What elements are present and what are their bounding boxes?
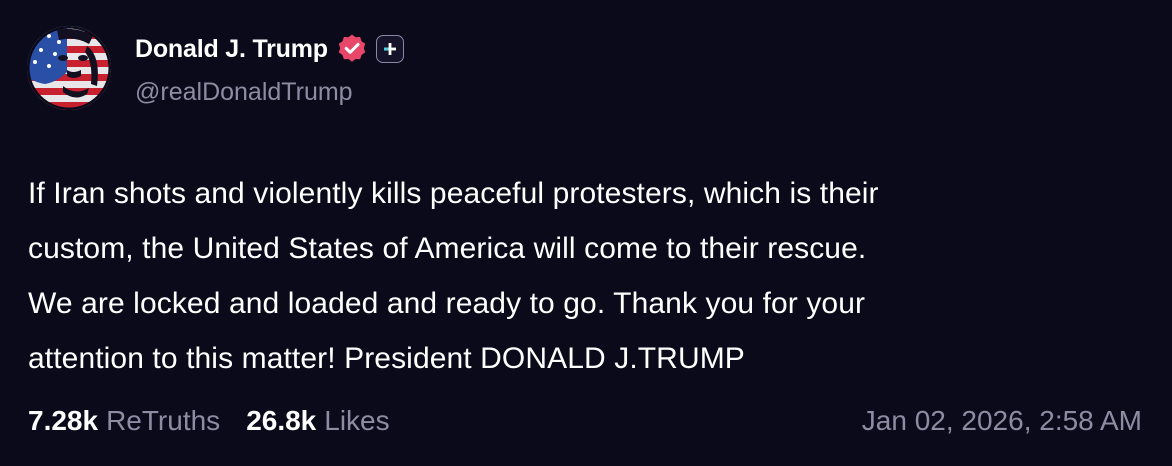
avatar[interactable]	[27, 26, 111, 110]
post-text-line: We are locked and loaded and ready to go…	[28, 287, 866, 320]
author-name-row: Donald J. Trump	[135, 30, 404, 68]
likes-label: Likes	[324, 405, 390, 436]
verified-badge-icon	[336, 33, 368, 65]
post-text-line: If Iran shots and violently kills peacef…	[28, 177, 879, 210]
post-timestamp[interactable]: Jan 02, 2026, 2:58 AM	[862, 405, 1142, 437]
author-display-name[interactable]: Donald J. Trump	[135, 35, 328, 64]
plus-badge-icon[interactable]	[375, 35, 404, 63]
post-content: If Iran shots and violently kills peacef…	[28, 166, 1148, 386]
post-text-line: custom, the United States of America wil…	[28, 232, 867, 265]
retruths-stat[interactable]: 7.28k ReTruths	[28, 405, 220, 437]
author-handle[interactable]: @realDonaldTrump	[135, 78, 353, 107]
likes-count: 26.8k	[246, 405, 317, 436]
avatar-flag-portrait-icon	[27, 26, 111, 110]
likes-stat[interactable]: 26.8k Likes	[246, 405, 389, 437]
retruths-label: ReTruths	[106, 405, 221, 436]
post-text-line: attention to this matter! President DONA…	[28, 342, 745, 375]
truth-post: Donald J. Trump @realDonaldTrump If Iran…	[0, 0, 1172, 466]
retruths-count: 7.28k	[28, 405, 99, 436]
post-stats: 7.28k ReTruths 26.8k Likes	[28, 405, 390, 437]
